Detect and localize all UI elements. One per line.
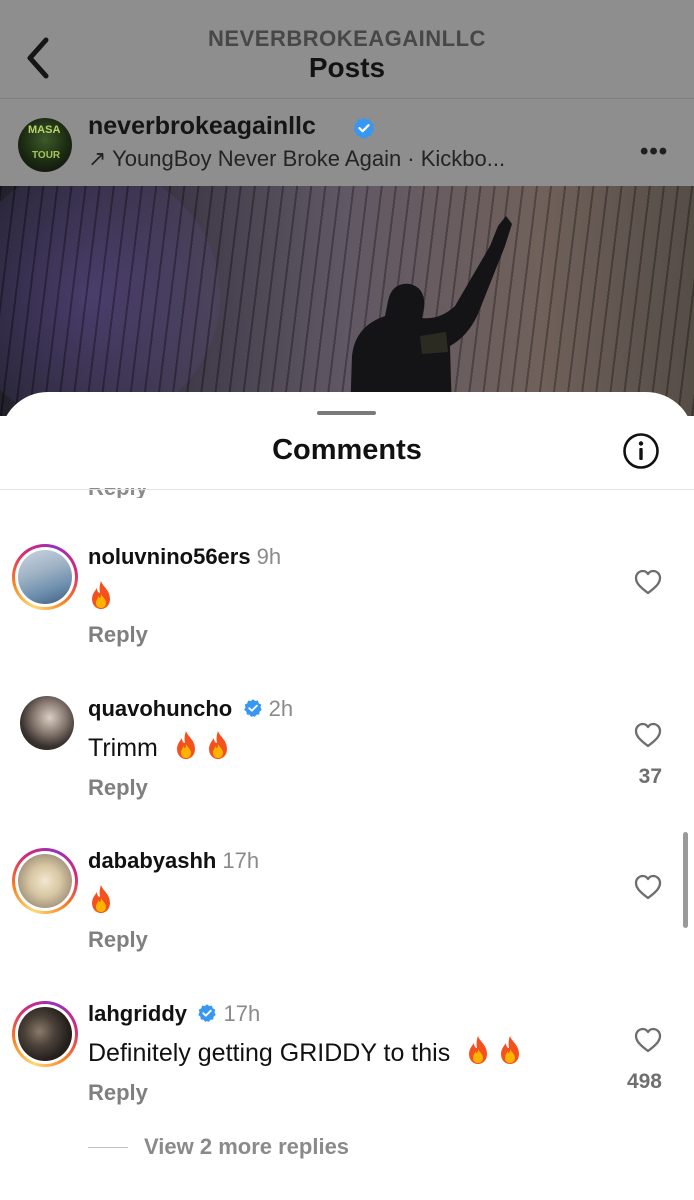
comment-avatar[interactable] bbox=[20, 696, 74, 750]
heart-icon[interactable] bbox=[634, 874, 662, 900]
comments-sheet: Comments Reply noluvnino56ers9h Reply qu… bbox=[0, 392, 694, 1200]
info-icon[interactable] bbox=[622, 432, 660, 470]
verified-badge-icon bbox=[243, 699, 262, 717]
sheet-drag-handle[interactable] bbox=[317, 411, 376, 415]
reply-link[interactable]: Reply bbox=[88, 775, 148, 801]
fire-emoji bbox=[208, 731, 227, 759]
heart-icon[interactable] bbox=[634, 569, 662, 595]
comment-header: noluvnino56ers 9h bbox=[88, 544, 281, 570]
reply-link[interactable]: Reply bbox=[88, 622, 148, 648]
more-options-icon[interactable]: ••• bbox=[640, 138, 668, 166]
comment-time: 17h bbox=[222, 848, 260, 873]
avatar-image bbox=[20, 696, 74, 750]
comment-avatar[interactable] bbox=[12, 848, 78, 914]
reply-link[interactable]: Reply bbox=[88, 1080, 148, 1106]
post-media bbox=[0, 186, 694, 416]
fire-emoji bbox=[176, 731, 195, 759]
like-count: 37 bbox=[638, 765, 662, 788]
comment-username[interactable]: dababyashh bbox=[88, 848, 216, 873]
heart-icon[interactable] bbox=[634, 1027, 662, 1053]
comment-time: 9h bbox=[256, 544, 282, 569]
scrollbar[interactable] bbox=[683, 832, 688, 928]
verified-badge-icon bbox=[353, 117, 375, 139]
comment-time: 2h bbox=[268, 696, 294, 721]
fire-emoji bbox=[469, 1036, 488, 1064]
comment-text bbox=[88, 580, 120, 613]
post-author-avatar[interactable]: MASA TOUR bbox=[18, 118, 72, 172]
performer-silhouette bbox=[350, 216, 512, 416]
post-author-username[interactable]: neverbrokeagainllc bbox=[88, 112, 316, 141]
verified-badge-icon bbox=[198, 1004, 217, 1022]
comment-text-body: Trimm bbox=[88, 734, 158, 762]
comment-text: Trimm bbox=[88, 730, 237, 763]
avatar-logo-text-2: TOUR bbox=[32, 150, 61, 161]
avatar-image bbox=[18, 550, 72, 604]
reply-link[interactable]: Reply bbox=[88, 927, 148, 953]
like-count: 498 bbox=[626, 1070, 662, 1093]
comment-username[interactable]: quavohuncho bbox=[88, 696, 232, 721]
post-audio-link[interactable]: ↗ YoungBoy Never Broke Again · Kickbo... bbox=[88, 146, 505, 172]
top-navigation-bar: NEVERBROKEAGAINLLC Posts bbox=[0, 0, 694, 98]
account-name: NEVERBROKEAGAINLLC bbox=[208, 26, 486, 51]
avatar-image bbox=[18, 1007, 72, 1061]
comment-text-body: Definitely getting GRIDDY to this bbox=[88, 1039, 451, 1067]
avatar-logo-text: MASA bbox=[28, 124, 61, 136]
sheet-title: Comments bbox=[272, 434, 422, 466]
sheet-divider bbox=[0, 489, 694, 490]
fire-emoji bbox=[92, 581, 110, 609]
comment-header: quavohuncho 2h bbox=[88, 696, 293, 722]
comment-text bbox=[88, 884, 120, 917]
comment-avatar[interactable] bbox=[12, 1001, 78, 1067]
comment-username[interactable]: lahgriddy bbox=[88, 1001, 187, 1026]
view-more-replies-button[interactable]: View 2 more replies bbox=[144, 1134, 349, 1160]
comment-header: lahgriddy 17h bbox=[88, 1001, 260, 1027]
avatar-image bbox=[18, 854, 72, 908]
heart-icon[interactable] bbox=[634, 722, 662, 748]
comment-time: 17h bbox=[223, 1001, 261, 1026]
fire-emoji bbox=[501, 1036, 520, 1064]
view-more-divider bbox=[88, 1147, 128, 1148]
comment-text: Definitely getting GRIDDY to this bbox=[88, 1035, 529, 1068]
page-title: Posts bbox=[308, 52, 386, 83]
fire-emoji bbox=[92, 885, 110, 913]
comment-username[interactable]: noluvnino56ers bbox=[88, 544, 251, 569]
comment-avatar[interactable] bbox=[12, 544, 78, 610]
comment-header: dababyashh 17h bbox=[88, 848, 259, 874]
